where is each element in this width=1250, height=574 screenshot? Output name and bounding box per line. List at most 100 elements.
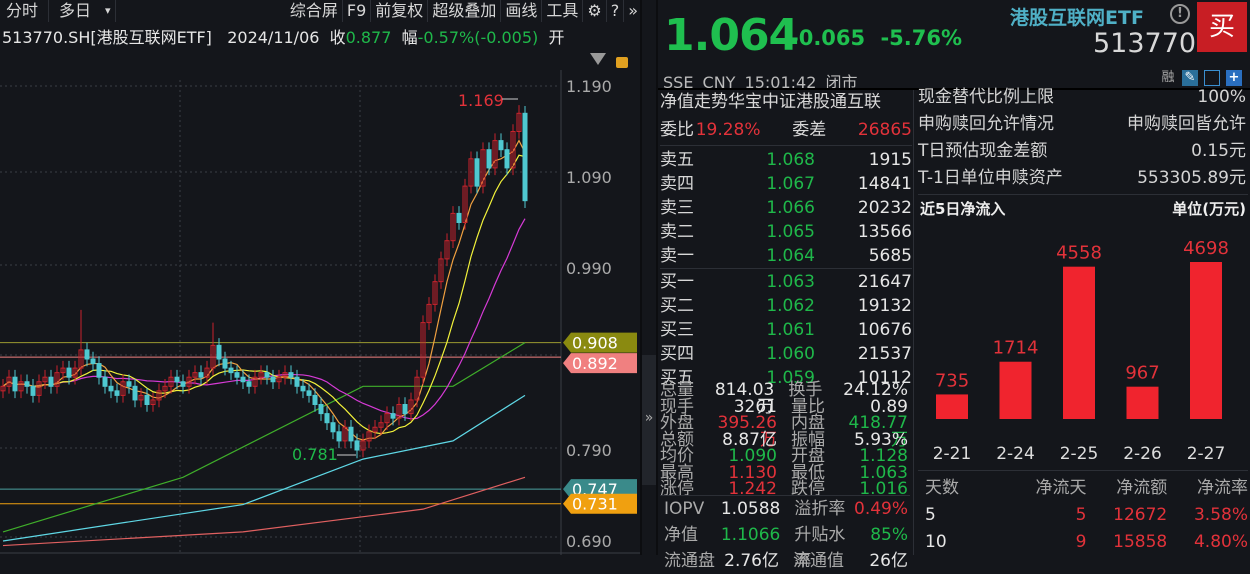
draw-button[interactable]: 画线: [501, 0, 543, 22]
level-price: 1.063: [766, 272, 815, 292]
y-tick-label: 0.790: [566, 441, 612, 460]
candle-body: [318, 404, 324, 415]
candle-body: [294, 376, 300, 387]
level-volume: 13566: [857, 222, 912, 242]
etf-info-label: T日预估现金差额: [918, 141, 1048, 161]
price-change: -0.065 -5.76%: [790, 26, 962, 50]
etf-info-value: 申购赎回皆允许: [1127, 114, 1246, 134]
stock-name[interactable]: 港股互联网ETF: [1010, 3, 1144, 30]
level-price: 1.065: [766, 222, 815, 242]
level-label: 卖四: [660, 174, 694, 194]
candle-body: [30, 385, 36, 396]
candle-body: [336, 431, 342, 442]
candle-body: [108, 385, 114, 392]
stat-value: 1.0588: [720, 499, 781, 519]
sell-levels: 卖五 1.068 1915 卖四 1.067 14841 卖三 1.066 20232 卖二 1.0…: [660, 146, 912, 268]
bar-date-label: 2-27: [1187, 444, 1226, 464]
multiday-dropdown[interactable]: ▾: [101, 0, 116, 22]
etf-info-row: T-1日单位申赎资产 553305.89元: [918, 165, 1246, 192]
stat-row: IOPV 1.0588 溢折率 0.49%: [664, 496, 908, 522]
order-book: 净值走势华宝中证港股通互联 委比 19.28% 委差 26865 卖五 1.068 191…: [660, 90, 912, 390]
ratio-value: 19.28%: [695, 120, 761, 140]
tab-intraday[interactable]: 分时: [0, 0, 50, 22]
tab-multiday[interactable]: 多日: [49, 0, 101, 22]
level-label: 卖五: [660, 150, 694, 170]
tools-button[interactable]: 工具: [542, 0, 584, 22]
net-flow-table: 天数 净流天 净流额 净流率 5 5 12672 3.58% 10 9 15858 4.80%: [915, 475, 1248, 556]
buy-level-row[interactable]: 买二 1.062 19132: [660, 294, 912, 318]
level-label: 卖一: [660, 246, 694, 266]
candle-body: [330, 422, 336, 433]
collapse-panel-button[interactable]: »: [642, 355, 656, 485]
buy-level-row[interactable]: 买三 1.061 10676: [660, 318, 912, 342]
info-icon[interactable]: !: [1170, 4, 1190, 24]
level-price: 1.067: [766, 174, 815, 194]
candle-body: [114, 390, 120, 396]
net-inflow-unit: 单位(万元): [1172, 200, 1246, 218]
candle-body: [498, 140, 504, 151]
composite-screen-button[interactable]: 综合屏: [286, 0, 343, 22]
candlestick-chart[interactable]: 1.1901.0900.9900.7900.6900.9080.8920.747…: [0, 44, 640, 555]
sell-level-row[interactable]: 卖一 1.064 5685: [660, 244, 912, 268]
inflow-bar: [1190, 262, 1222, 419]
level-volume: 21647: [857, 272, 912, 292]
inflow-bar: [1063, 266, 1095, 419]
divider: [656, 0, 658, 555]
candle-body: [504, 149, 510, 169]
column-header: 净流率: [1197, 478, 1248, 498]
buy-level-row[interactable]: 买一 1.063 21647: [660, 270, 912, 294]
candle-body: [216, 344, 222, 360]
candle-body: [348, 426, 354, 442]
diff-label: 委差: [792, 120, 827, 140]
divider: [918, 470, 1248, 471]
candle-body: [180, 381, 186, 387]
level-price: 1.066: [766, 198, 815, 218]
sell-level-row[interactable]: 卖五 1.068 1915: [660, 148, 912, 172]
table-cell: 3.58%: [1193, 505, 1248, 525]
sell-level-row[interactable]: 卖四 1.067 14841: [660, 172, 912, 196]
candle-body: [402, 404, 408, 415]
candle-body: [246, 381, 252, 387]
etf-info-label: T-1日单位申赎资产: [918, 168, 1063, 188]
table-cell: 5: [1075, 505, 1087, 525]
candle-body: [288, 372, 294, 378]
candle-body: [474, 158, 480, 187]
sell-level-row[interactable]: 卖三 1.066 20232: [660, 196, 912, 220]
candle-body: [84, 349, 90, 360]
buy-levels: 买一 1.063 21647 买二 1.062 19132 买三 1.061 10676 买四 1.…: [660, 269, 912, 390]
table-cell: 10: [925, 532, 947, 552]
buy-button[interactable]: 买: [1197, 2, 1247, 52]
help-icon[interactable]: ?: [607, 0, 625, 22]
price-level-label: 0.731: [572, 495, 618, 514]
table-cell: 15858: [1113, 532, 1168, 552]
bar-value-label: 1714: [993, 338, 1039, 359]
etf-info-label: 申购赎回允许情况: [918, 114, 1054, 134]
level-volume: 10676: [857, 320, 912, 340]
table-cell: 12672: [1113, 505, 1168, 525]
flow-table-header: 天数 净流天 净流额 净流率: [915, 475, 1248, 502]
etf-info-label: 现金替代比例上限: [918, 87, 1054, 107]
sell-level-row[interactable]: 卖二 1.065 13566: [660, 220, 912, 244]
price-level-label: 0.908: [572, 334, 618, 353]
buy-level-row[interactable]: 买四 1.060 21537: [660, 342, 912, 366]
candle-body: [12, 376, 18, 392]
inflow-bar: [936, 394, 968, 419]
y-tick-label: 1.090: [566, 168, 612, 187]
stat-label: 净值: [664, 525, 698, 545]
bar-value-label: 967: [1125, 363, 1159, 384]
stat-value: 26亿: [869, 551, 908, 571]
gear-icon[interactable]: ⚙: [583, 0, 607, 22]
candle-body: [240, 376, 246, 383]
trade-stats: 总量 814.03万 换手 24.12% 现手 3261 量比 0.89 外盘 395.26万 内盘…: [660, 382, 908, 498]
nav-trend-title[interactable]: 净值走势华宝中证港股通互联: [660, 90, 912, 116]
stat-row: 净值 1.1066 升贴水率 85%: [664, 522, 908, 571]
stat-value: 1.1066: [720, 525, 781, 545]
level-volume: 5685: [868, 246, 912, 266]
candle-body: [132, 385, 138, 401]
overlay-button[interactable]: 超级叠加: [428, 0, 502, 22]
stat-row: 流通盘 2.76亿 流通值 26亿: [664, 548, 908, 574]
f9-button[interactable]: F9: [343, 0, 372, 22]
candle-body: [90, 358, 96, 365]
candle-body: [522, 112, 528, 202]
adjust-button[interactable]: 前复权: [371, 0, 429, 22]
